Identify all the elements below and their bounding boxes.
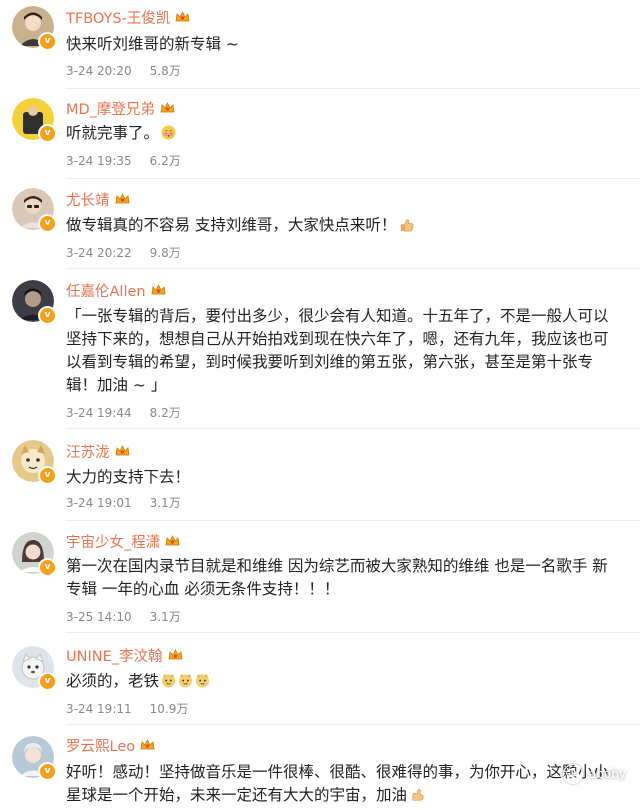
verified-badge-icon: v xyxy=(38,672,57,691)
vip-crown-icon xyxy=(151,284,166,295)
view-count: 9.8万 xyxy=(149,246,181,260)
comment-text: 做专辑真的不容易 支持刘维哥，大家快点来听！ xyxy=(66,214,626,237)
verified-badge-icon: v xyxy=(38,32,57,51)
view-count: 5.8万 xyxy=(149,64,181,78)
vip-crown-icon xyxy=(140,739,155,750)
username[interactable]: TFBOYS-王俊凯 xyxy=(66,7,170,28)
comment-text: 「一张专辑的背后，要付出多少，很少会有人知道。十五年了，不是一般人可以坚持下来的… xyxy=(66,307,609,394)
timestamp: 3-24 19:11 xyxy=(66,702,132,716)
comment-item: v 尤长靖 做专辑真的不容易 支持刘维哥，大家快点来听！ 3-24 20:22 9… xyxy=(0,184,640,268)
timestamp: 3-24 19:01 xyxy=(66,496,132,510)
timestamp: 3-24 20:22 xyxy=(66,246,132,260)
comment-text: 第一次在国内录节目就是和维维 因为综艺而被大家熟知的维维 也是一名歌手 新专辑 … xyxy=(66,557,608,598)
verified-badge-icon: v xyxy=(38,124,57,143)
comment-meta: 3-24 20:20 5.8万 xyxy=(66,62,181,79)
vip-crown-icon xyxy=(165,535,180,546)
view-count: 3.1万 xyxy=(149,610,181,624)
username[interactable]: UNINE_李汶翰 xyxy=(66,645,163,666)
comment-item: v 罗云熙Leo 好听！感动！坚持做音乐是一件很棒、很酷、很难得的事，为你开心，… xyxy=(0,732,640,810)
divider xyxy=(66,268,640,269)
username[interactable]: 宇宙少女_程潇 xyxy=(66,531,160,552)
vip-crown-icon xyxy=(115,445,129,456)
comment-item: v TFBOYS-王俊凯 快来听刘维哥的新专辑 ~ 3-24 20:20 5.8万 xyxy=(0,0,640,88)
doge-emoji-icon xyxy=(178,673,193,688)
avatar[interactable]: v xyxy=(12,646,57,691)
verified-badge-icon: v xyxy=(38,558,57,577)
comment-item: v MD_摩登兄弟 听就完事了。 3-24 19:35 6.2万 xyxy=(0,92,640,178)
verified-badge-icon: v xyxy=(38,214,57,233)
timestamp: 3-25 14:10 xyxy=(66,610,132,624)
vip-crown-icon xyxy=(175,11,190,22)
username[interactable]: 任嘉伦Allen xyxy=(66,280,146,301)
timestamp: 3-24 19:35 xyxy=(66,154,132,168)
comment-text: 快来听刘维哥的新专辑 ~ xyxy=(66,35,239,53)
username[interactable]: 汪苏泷 xyxy=(66,441,110,462)
view-count: 8.2万 xyxy=(149,406,181,420)
vip-crown-icon xyxy=(160,102,175,113)
view-count: 6.2万 xyxy=(149,154,181,168)
comment-meta: 3-24 19:11 10.9万 xyxy=(66,700,188,717)
view-count: 10.9万 xyxy=(149,702,189,716)
verified-badge-icon: v xyxy=(38,306,57,325)
vip-crown-icon xyxy=(115,193,129,204)
comment-meta: 3-24 19:44 8.2万 xyxy=(66,404,181,421)
avatar[interactable]: v xyxy=(12,280,57,325)
flexed-arm-icon xyxy=(412,789,424,801)
thumbs-up-icon xyxy=(401,219,414,232)
comment-text: 必须的，老铁 xyxy=(66,670,626,693)
comment-meta: 3-24 20:22 9.8万 xyxy=(66,244,181,261)
divider xyxy=(66,520,640,521)
comment-item: v 任嘉伦Allen 「一张专辑的背后，要付出多少，很少会有人知道。十五年了，不… xyxy=(0,276,640,428)
comment-text: 大力的支持下去！ xyxy=(66,468,191,486)
divider xyxy=(66,88,640,89)
avatar[interactable]: v xyxy=(12,98,57,143)
timestamp: 3-24 20:20 xyxy=(66,64,132,78)
wechat-icon xyxy=(562,764,583,784)
username[interactable]: 尤长靖 xyxy=(66,189,110,210)
comment-text: 听就完事了。 xyxy=(66,122,626,145)
divider xyxy=(66,428,640,429)
doge-emoji-icon xyxy=(161,673,176,688)
comment-meta: 3-25 14:10 3.1万 xyxy=(66,608,181,625)
view-count: 3.1万 xyxy=(149,496,181,510)
divider xyxy=(66,178,640,179)
verified-badge-icon: v xyxy=(38,762,57,781)
verified-badge-icon: v xyxy=(38,466,57,485)
comment-feed: v TFBOYS-王俊凯 快来听刘维哥的新专辑 ~ 3-24 20:20 5.8万… xyxy=(0,0,640,810)
comment-meta: 3-24 19:01 3.1万 xyxy=(66,494,181,511)
username[interactable]: 罗云熙Leo xyxy=(66,735,135,756)
comment-item: v 宇宙少女_程潇 第一次在国内录节目就是和维维 因为综艺而被大家熟知的维维 也… xyxy=(0,526,640,632)
timestamp: 3-24 19:44 xyxy=(66,406,132,420)
comment-item: v UNINE_李汶翰 必须的，老铁 3-24 19:11 10.9万 xyxy=(0,640,640,724)
comment-item: v 汪苏泷 大力的支持下去！ 3-24 19:01 3.1万 xyxy=(0,436,640,520)
avatar[interactable]: v xyxy=(12,532,57,577)
comment-text: 好听！感动！坚持做音乐是一件很棒、很酷、很难得的事，为你开心，这颗小小星球是一个… xyxy=(66,763,609,804)
watermark: ababy xyxy=(562,764,626,784)
doge-emoji-icon xyxy=(195,673,210,688)
watermark-text: ababy xyxy=(588,767,626,781)
divider xyxy=(66,724,640,725)
avatar[interactable]: v xyxy=(12,6,57,51)
blush-emoji-icon xyxy=(161,125,176,140)
avatar[interactable]: v xyxy=(12,736,57,781)
avatar[interactable]: v xyxy=(12,440,57,485)
avatar[interactable]: v xyxy=(12,188,57,233)
divider xyxy=(66,632,640,633)
comment-meta: 3-24 19:35 6.2万 xyxy=(66,152,181,169)
vip-crown-icon xyxy=(168,649,182,660)
username[interactable]: MD_摩登兄弟 xyxy=(66,98,155,119)
